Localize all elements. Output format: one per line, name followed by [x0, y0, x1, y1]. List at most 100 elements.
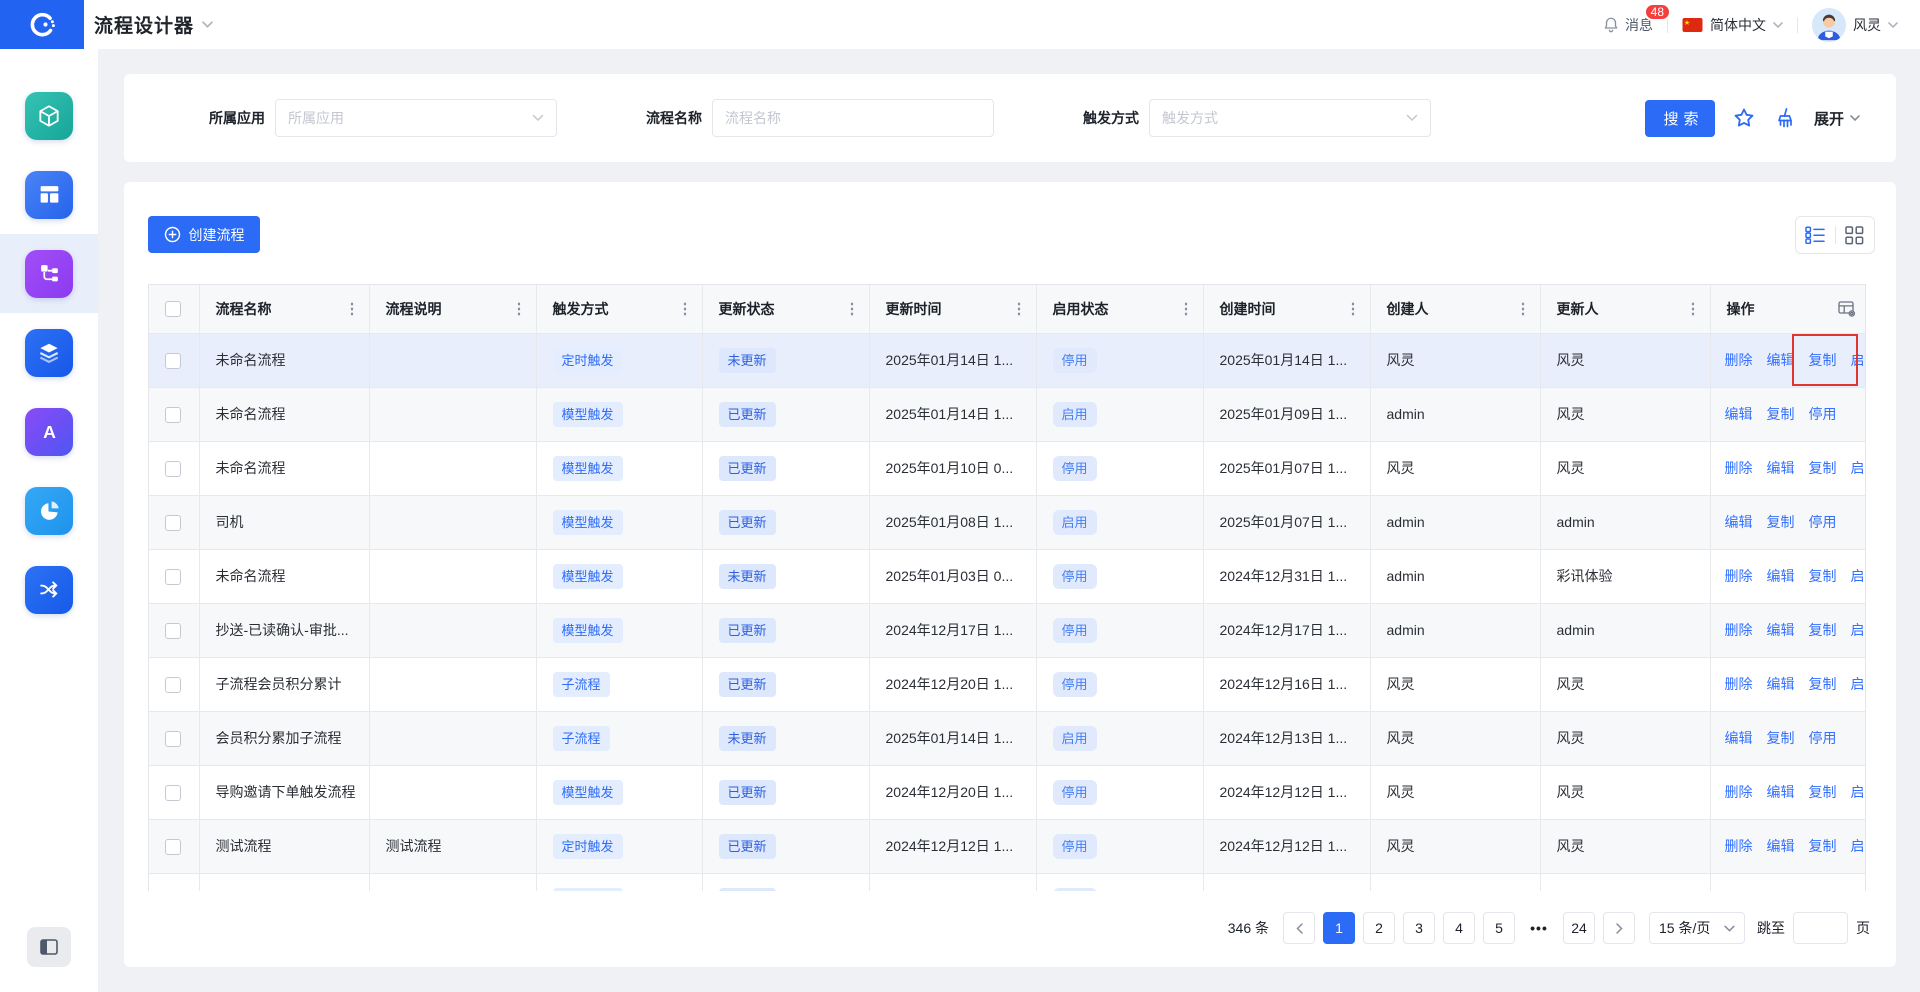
- action-link-复制[interactable]: 复制: [1809, 836, 1837, 856]
- language-selector[interactable]: 简体中文: [1682, 15, 1783, 35]
- action-link-编辑[interactable]: 编辑: [1767, 350, 1795, 370]
- column-menu-icon[interactable]: ⋮: [678, 301, 693, 316]
- action-link-复制[interactable]: 复制: [1809, 350, 1837, 370]
- app-select[interactable]: 所属应用: [275, 99, 557, 137]
- create-process-button[interactable]: 创建流程: [148, 216, 260, 253]
- action-link-复制[interactable]: 复制: [1809, 458, 1837, 478]
- name-input[interactable]: [725, 110, 981, 126]
- page-button-4[interactable]: 4: [1443, 912, 1475, 944]
- action-link-编辑[interactable]: 编辑: [1767, 566, 1795, 586]
- action-link-启用[interactable]: 启用: [1851, 674, 1867, 694]
- cell-update-status: 已更新: [702, 765, 869, 819]
- page-size-select[interactable]: 15 条/页: [1649, 912, 1745, 944]
- row-checkbox[interactable]: [165, 731, 181, 747]
- action-link-删除[interactable]: 删除: [1725, 782, 1753, 802]
- action-link-复制[interactable]: 复制: [1809, 674, 1837, 694]
- action-link-删除[interactable]: 删除: [1725, 620, 1753, 640]
- page-button-5[interactable]: 5: [1483, 912, 1515, 944]
- list-view-button[interactable]: [1796, 217, 1835, 253]
- sidebar-item-cube[interactable]: [0, 76, 98, 155]
- app-switcher[interactable]: 流程设计器: [94, 11, 213, 38]
- sidebar-item-letterA[interactable]: A: [0, 392, 98, 471]
- page-button-1[interactable]: 1: [1323, 912, 1355, 944]
- row-checkbox[interactable]: [165, 677, 181, 693]
- action-link-复制[interactable]: 复制: [1767, 512, 1795, 532]
- action-link-停用[interactable]: 停用: [1809, 728, 1837, 748]
- layout-icon: [25, 171, 73, 219]
- column-menu-icon[interactable]: ⋮: [1179, 301, 1194, 316]
- sidebar-item-flow[interactable]: [0, 234, 98, 313]
- column-menu-icon[interactable]: ⋮: [845, 301, 860, 316]
- jump-page-input[interactable]: [1793, 912, 1848, 944]
- next-page-button[interactable]: [1603, 912, 1635, 944]
- row-checkbox[interactable]: [165, 353, 181, 369]
- row-checkbox[interactable]: [165, 461, 181, 477]
- cell-trigger-type-tag: 模型触发: [553, 780, 623, 805]
- expand-filters-button[interactable]: 展开: [1814, 108, 1860, 129]
- page-button-2[interactable]: 2: [1363, 912, 1395, 944]
- action-link-编辑[interactable]: 编辑: [1725, 890, 1753, 891]
- action-link-启用[interactable]: 启用: [1851, 620, 1867, 640]
- action-link-删除[interactable]: 删除: [1725, 350, 1753, 370]
- action-link-启用[interactable]: 启用: [1851, 350, 1867, 370]
- column-menu-icon[interactable]: ⋮: [512, 301, 527, 316]
- row-checkbox[interactable]: [165, 515, 181, 531]
- sidebar-collapse-button[interactable]: [27, 927, 71, 967]
- action-link-复制[interactable]: 复制: [1809, 620, 1837, 640]
- action-link-停用[interactable]: 停用: [1809, 890, 1837, 891]
- action-link-编辑[interactable]: 编辑: [1767, 620, 1795, 640]
- select-all-checkbox[interactable]: [165, 301, 181, 317]
- trigger-select[interactable]: 触发方式: [1149, 99, 1431, 137]
- sidebar-item-layers[interactable]: [0, 313, 98, 392]
- action-link-复制[interactable]: 复制: [1767, 728, 1795, 748]
- page-button-24[interactable]: 24: [1563, 912, 1595, 944]
- sidebar-item-layout[interactable]: [0, 155, 98, 234]
- action-link-复制[interactable]: 复制: [1767, 404, 1795, 424]
- action-link-启用[interactable]: 启用: [1851, 458, 1867, 478]
- column-menu-icon[interactable]: ⋮: [1346, 301, 1361, 316]
- action-link-编辑[interactable]: 编辑: [1767, 674, 1795, 694]
- action-link-停用[interactable]: 停用: [1809, 404, 1837, 424]
- column-settings-icon[interactable]: [1838, 300, 1856, 317]
- action-link-删除[interactable]: 删除: [1725, 566, 1753, 586]
- grid-view-button[interactable]: [1836, 217, 1875, 253]
- action-link-删除[interactable]: 删除: [1725, 458, 1753, 478]
- action-link-启用[interactable]: 启用: [1851, 782, 1867, 802]
- action-link-复制[interactable]: 复制: [1767, 890, 1795, 891]
- action-link-删除[interactable]: 删除: [1725, 674, 1753, 694]
- action-link-编辑[interactable]: 编辑: [1725, 404, 1753, 424]
- row-checkbox[interactable]: [165, 623, 181, 639]
- action-link-复制[interactable]: 复制: [1809, 782, 1837, 802]
- row-checkbox[interactable]: [165, 839, 181, 855]
- action-link-停用[interactable]: 停用: [1809, 512, 1837, 532]
- row-checkbox[interactable]: [165, 785, 181, 801]
- prev-page-button[interactable]: [1283, 912, 1315, 944]
- row-checkbox[interactable]: [165, 407, 181, 423]
- action-link-启用[interactable]: 启用: [1851, 836, 1867, 856]
- action-link-复制[interactable]: 复制: [1809, 566, 1837, 586]
- cell-trigger-type: 模型触发: [536, 873, 702, 891]
- sidebar-item-pie[interactable]: [0, 471, 98, 550]
- column-menu-icon[interactable]: ⋮: [1686, 301, 1701, 316]
- action-link-编辑[interactable]: 编辑: [1767, 782, 1795, 802]
- column-menu-icon[interactable]: ⋮: [345, 301, 360, 316]
- cell-enable-status: 停用: [1036, 603, 1203, 657]
- favorite-button[interactable]: [1732, 106, 1756, 130]
- app-logo[interactable]: [0, 0, 84, 49]
- action-link-删除[interactable]: 删除: [1725, 836, 1753, 856]
- messages-button[interactable]: 消息 48: [1602, 15, 1653, 35]
- clear-filters-button[interactable]: [1773, 106, 1797, 130]
- column-menu-icon[interactable]: ⋮: [1516, 301, 1531, 316]
- user-menu[interactable]: 风灵: [1812, 8, 1898, 42]
- action-link-启用[interactable]: 启用: [1851, 566, 1867, 586]
- action-link-编辑[interactable]: 编辑: [1725, 728, 1753, 748]
- action-link-编辑[interactable]: 编辑: [1767, 458, 1795, 478]
- cell-process-desc: 测试流程: [369, 819, 536, 873]
- action-link-编辑[interactable]: 编辑: [1725, 512, 1753, 532]
- action-link-编辑[interactable]: 编辑: [1767, 836, 1795, 856]
- sidebar-item-shuffle[interactable]: [0, 550, 98, 629]
- row-checkbox[interactable]: [165, 569, 181, 585]
- page-button-3[interactable]: 3: [1403, 912, 1435, 944]
- search-button[interactable]: 搜索: [1645, 100, 1715, 137]
- column-menu-icon[interactable]: ⋮: [1012, 301, 1027, 316]
